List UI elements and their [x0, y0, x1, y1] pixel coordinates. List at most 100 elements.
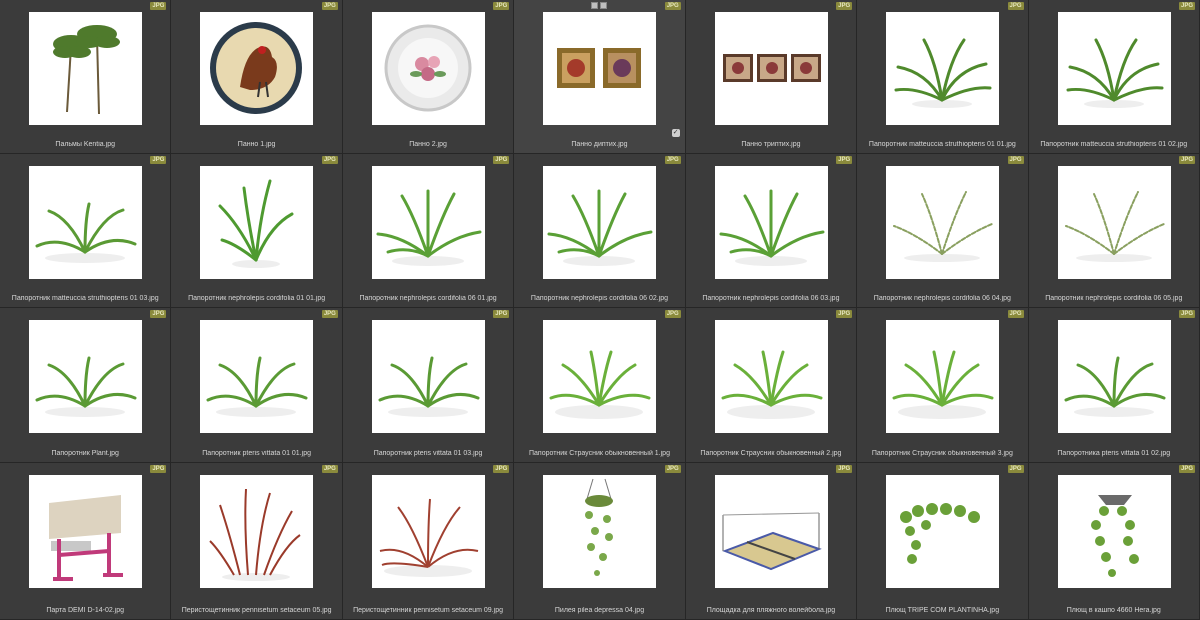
thumbnail-item[interactable]: JPG Папоротник matteuccia struthiopteris…	[0, 154, 172, 308]
thumbnail-image[interactable]	[886, 475, 1000, 588]
thumbnail-image[interactable]	[886, 166, 1000, 279]
file-type-badge: JPG	[836, 310, 853, 318]
thumbnail-item[interactable]: JPG Папоротник Plant.jpg	[0, 308, 172, 463]
thumbnail-image[interactable]	[371, 320, 485, 433]
thumbnail-item[interactable]: JPG Папоротник nephrolepis cordifolia 06…	[514, 154, 686, 308]
thumbnail-item[interactable]: JPG Папоротник nephrolepis cordifolia 06…	[342, 154, 515, 308]
thumbnail-item[interactable]: JPG Панно триптих.jpg	[685, 0, 858, 154]
file-type-badge: JPG	[150, 310, 167, 318]
hover-toolbar	[591, 2, 608, 9]
file-name-label: Папоротник nephrolepis cordifolia 06 05.…	[1045, 295, 1183, 302]
thumbnail-item[interactable]: JPG Пилея pilea depressa 04.jpg	[514, 463, 686, 620]
thumbnail-item[interactable]: JPG Папоротника pteris vittata 01 02.jpg	[1028, 308, 1200, 463]
file-type-badge: JPG	[493, 465, 510, 473]
file-name-label: Пилея pilea depressa 04.jpg	[554, 607, 645, 614]
thumbnail-item[interactable]: JPG Перистощетинник pennisetum setaceum …	[171, 463, 343, 620]
thumbnail-item[interactable]: JPG Плющ в кашпо 4660 Hera.jpg	[1028, 463, 1200, 620]
thumbnail-item[interactable]: JPG Папоротник nephrolepis cordifolia 06…	[1028, 154, 1200, 308]
thumbnail-item[interactable]: JPG Пальмы Kentia.jpg	[0, 0, 172, 154]
thumbnail-item[interactable]: JPG Папоротник pteris vittata 01 03.jpg	[342, 308, 515, 463]
thumbnail-image[interactable]	[29, 12, 142, 125]
thumbnail-item[interactable]: JPG Папоротник matteuccia struthiopteris…	[1028, 0, 1200, 154]
file-type-badge: JPG	[150, 156, 167, 164]
thumbnail-item[interactable]: JPG Панно диптих.jpg ✓	[514, 0, 686, 154]
file-type-badge: JPG	[150, 2, 167, 10]
thumbnail-image[interactable]	[886, 320, 1000, 433]
file-type-badge: JPG	[1178, 156, 1195, 164]
file-name-label: Перистощетинник pennisetum setaceum 09.j…	[353, 607, 503, 614]
file-type-badge: JPG	[1007, 2, 1024, 10]
file-type-badge: JPG	[664, 2, 681, 10]
thumbnail-image[interactable]	[29, 475, 142, 588]
thumbnail-image[interactable]	[29, 320, 142, 433]
file-name-label: Папоротник pteris vittata 01 01.jpg	[202, 450, 311, 457]
thumbnail-item[interactable]: JPG Папоротник Страусник обыкновенный 1.…	[514, 308, 686, 463]
file-type-badge: JPG	[664, 310, 681, 318]
file-name-label: Папоротник Страусник обыкновенный 2.jpg	[700, 450, 842, 457]
file-name-label: Папоротник nephrolepis cordifolia 06 01.…	[359, 295, 497, 302]
thumbnail-image[interactable]	[371, 12, 485, 125]
thumbnail-image[interactable]	[1057, 475, 1171, 588]
thumbnail-image[interactable]	[714, 320, 828, 433]
file-type-badge: JPG	[321, 156, 338, 164]
thumbnail-image[interactable]	[543, 320, 657, 433]
thumbnail-image[interactable]	[200, 475, 314, 588]
thumbnail-image[interactable]	[714, 166, 828, 279]
file-name-label: Папоротника pteris vittata 01 02.jpg	[1057, 450, 1171, 457]
thumbnail-image[interactable]	[200, 166, 314, 279]
checkbox-icon[interactable]: ✓	[671, 129, 680, 137]
thumbnail-item[interactable]: JPG Папоротник Страусник обыкновенный 2.…	[685, 308, 858, 463]
file-type-badge: JPG	[321, 465, 338, 473]
thumbnail-image[interactable]	[200, 320, 314, 433]
file-name-label: Пальмы Kentia.jpg	[55, 141, 115, 148]
thumbnail-item[interactable]: JPG Перистощетинник pennisetum setaceum …	[342, 463, 515, 620]
file-name-label: Папоротник matteuccia struthiopteris 01 …	[11, 295, 159, 302]
thumbnail-item[interactable]: JPG Папоротник pteris vittata 01 01.jpg	[171, 308, 343, 463]
thumbnail-item[interactable]: JPG Папоротник matteuccia struthiopteris…	[857, 0, 1029, 154]
thumbnail-item[interactable]: JPG Папоротник Страусник обыкновенный 3.…	[857, 308, 1029, 463]
file-name-label: Папоротник Plant.jpg	[51, 450, 119, 457]
thumbnail-image[interactable]	[543, 12, 657, 125]
thumbnail-item[interactable]: JPG Панно 2.jpg	[342, 0, 515, 154]
file-type-badge: JPG	[493, 156, 510, 164]
file-name-label: Папоротник nephrolepis cordifolia 01 01.…	[188, 295, 326, 302]
thumbnail-item[interactable]: JPG Папоротник nephrolepis cordifolia 06…	[857, 154, 1029, 308]
thumbnail-image[interactable]	[886, 12, 1000, 125]
thumbnail-image[interactable]	[29, 166, 142, 279]
frame-icon[interactable]	[591, 2, 599, 9]
file-name-label: Папоротник matteuccia struthiopteris 01 …	[868, 141, 1016, 148]
edit-icon[interactable]	[600, 2, 608, 9]
thumbnail-image[interactable]	[1057, 12, 1171, 125]
thumbnail-item[interactable]: JPG Парта DEMI D-14-02.jpg	[0, 463, 172, 620]
thumbnail-item[interactable]: JPG Папоротник nephrolepis cordifolia 01…	[171, 154, 343, 308]
file-name-label: Папоротник nephrolepis cordifolia 06 02.…	[530, 295, 669, 302]
file-type-badge: JPG	[1178, 310, 1195, 318]
thumbnail-image[interactable]	[714, 475, 828, 588]
file-type-badge: JPG	[321, 2, 338, 10]
thumbnail-image[interactable]	[200, 12, 314, 125]
thumbnail-item[interactable]: JPG Плющ TRIPE COM PLANTINHA.jpg	[857, 463, 1029, 620]
file-type-badge: JPG	[1007, 310, 1024, 318]
file-name-label: Плющ в кашпо 4660 Hera.jpg	[1066, 607, 1161, 614]
thumbnail-grid: JPG Пальмы Kentia.jpg JPG Панно 1.jpg JPG …	[0, 0, 1200, 620]
file-name-label: Папоротник nephrolepis cordifolia 06 03.…	[702, 295, 840, 302]
thumbnail-item[interactable]: JPG Папоротник nephrolepis cordifolia 06…	[685, 154, 858, 308]
file-name-label: Площадка для пляжного волейбола.jpg	[706, 607, 836, 614]
file-name-label: Панно 1.jpg	[237, 141, 276, 148]
file-name-label: Папоротник matteuccia struthiopteris 01 …	[1040, 141, 1188, 148]
thumbnail-image[interactable]	[543, 166, 657, 279]
file-type-badge: JPG	[664, 465, 681, 473]
thumbnail-image[interactable]	[1057, 320, 1171, 433]
file-type-badge: JPG	[1007, 465, 1024, 473]
thumbnail-item[interactable]: JPG Панно 1.jpg	[171, 0, 343, 154]
thumbnail-image[interactable]	[1057, 166, 1171, 279]
thumbnail-image[interactable]	[543, 475, 657, 588]
thumbnail-image[interactable]	[371, 166, 485, 279]
thumbnail-image[interactable]	[371, 475, 485, 588]
thumbnail-image[interactable]	[714, 12, 828, 125]
thumbnail-item[interactable]: JPG Площадка для пляжного волейбола.jpg	[685, 463, 858, 620]
file-name-label: Перистощетинник pennisetum setaceum 05.j…	[181, 607, 332, 614]
file-name-label: Папоротник Страусник обыкновенный 1.jpg	[528, 450, 670, 457]
file-name-label: Плющ TRIPE COM PLANTINHA.jpg	[885, 607, 1000, 614]
file-name-label: Парта DEMI D-14-02.jpg	[46, 607, 125, 614]
